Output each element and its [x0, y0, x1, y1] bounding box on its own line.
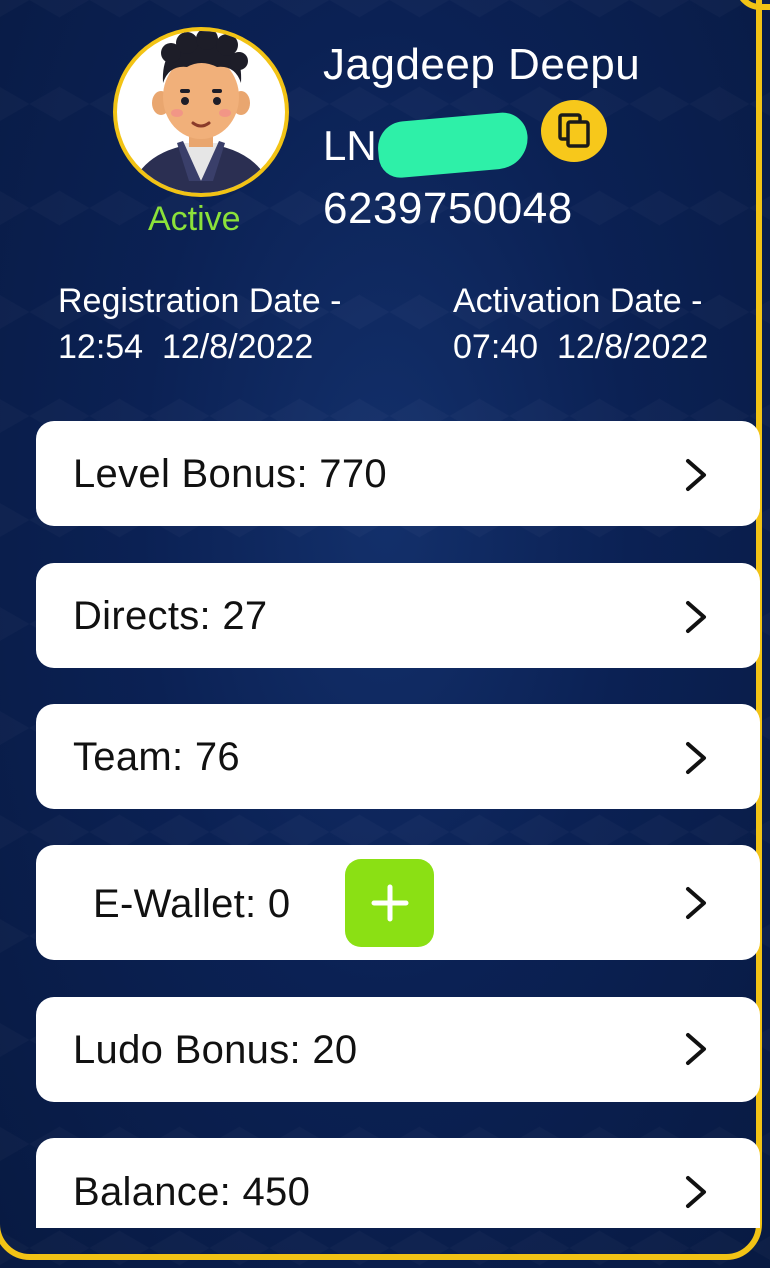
- plus-icon: [371, 884, 408, 922]
- profile-panel: Active Jagdeep Deepu LN 6239750048 Regis…: [0, 0, 770, 1268]
- copy-icon: [558, 113, 590, 148]
- user-avatar-icon: [128, 31, 274, 193]
- chevron-right-icon: [686, 742, 706, 774]
- activation-date-value: 07:40 12/8/2022: [453, 328, 709, 366]
- chevron-right-icon: [686, 459, 706, 491]
- phone-number: 6239750048: [323, 184, 573, 233]
- chevron-right-icon: [686, 887, 706, 919]
- ludo-bonus-card[interactable]: Ludo Bonus: 20: [36, 997, 760, 1102]
- registration-date-label: Registration Date -: [58, 282, 342, 320]
- balance-label: Balance: 450: [73, 1170, 311, 1214]
- directs-label: Directs: 27: [73, 594, 268, 638]
- activation-date: Activation Date - 07:40 12/8/2022: [453, 278, 708, 370]
- registration-date: Registration Date - 12:54 12/8/2022: [58, 278, 341, 370]
- activation-date-label: Activation Date -: [453, 282, 703, 320]
- directs-card[interactable]: Directs: 27: [36, 563, 760, 668]
- team-label: Team: 76: [73, 735, 240, 779]
- chevron-right-icon: [686, 1033, 706, 1065]
- level-bonus-label: Level Bonus: 770: [73, 452, 387, 496]
- balance-card[interactable]: Balance: 450: [36, 1138, 760, 1228]
- add-funds-button[interactable]: [345, 859, 434, 947]
- e-wallet-label: E-Wallet: 0: [93, 882, 291, 926]
- user-name: Jagdeep Deepu: [323, 40, 641, 89]
- e-wallet-card[interactable]: E-Wallet: 0: [36, 845, 760, 960]
- chevron-right-icon: [686, 1176, 706, 1208]
- level-bonus-card[interactable]: Level Bonus: 770: [36, 421, 760, 526]
- registration-date-value: 12:54 12/8/2022: [58, 328, 314, 366]
- avatar: [113, 27, 289, 197]
- redaction-mark: [375, 110, 531, 180]
- user-id: LN: [323, 122, 377, 169]
- copy-id-button[interactable]: [541, 100, 607, 162]
- ludo-bonus-label: Ludo Bonus: 20: [73, 1028, 358, 1072]
- status-label: Active: [148, 200, 241, 238]
- chevron-right-icon: [686, 601, 706, 633]
- corner-decoration: [735, 0, 770, 10]
- team-card[interactable]: Team: 76: [36, 704, 760, 809]
